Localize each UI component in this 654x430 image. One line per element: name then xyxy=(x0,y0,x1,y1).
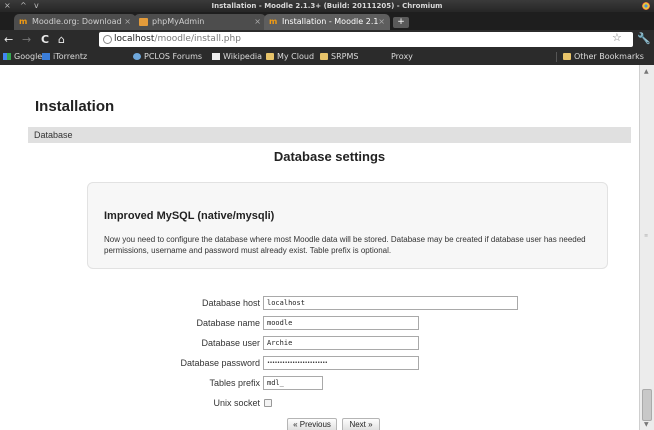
google-icon xyxy=(3,53,11,60)
section-title: Database settings xyxy=(273,149,386,164)
window-title: Installation - Moodle 2.1.3+ (Build: 201… xyxy=(211,2,443,10)
page-info-icon[interactable] xyxy=(103,35,112,44)
moodle-icon: m xyxy=(19,17,28,26)
info-box: Improved MySQL (native/mysqli) Now you n… xyxy=(87,182,608,269)
database-password-input[interactable]: •••••••••••••••••••••••• xyxy=(263,356,419,370)
form-row-socket: Unix socket xyxy=(0,396,639,412)
database-host-label: Database host xyxy=(201,298,260,308)
close-icon[interactable]: × xyxy=(378,14,385,30)
tables-prefix-label: Tables prefix xyxy=(209,378,260,388)
tab-strip: m Moodle.org: Download × phpMyAdmin × m … xyxy=(0,12,654,30)
forward-arrow-icon[interactable]: → xyxy=(22,32,31,47)
chromium-logo-icon xyxy=(642,2,650,10)
tab-label: Moodle.org: Download xyxy=(32,17,122,26)
close-icon[interactable]: × xyxy=(254,14,261,30)
unix-socket-label: Unix socket xyxy=(213,398,260,408)
torrentz-icon xyxy=(42,53,50,60)
bookmark-my-cloud[interactable]: My Cloud xyxy=(266,49,314,65)
bookmark-other-bookmarks[interactable]: Other Bookmarks xyxy=(563,49,644,65)
home-icon[interactable]: ⌂ xyxy=(58,32,65,47)
bookmarks-separator xyxy=(556,52,557,62)
bookmarks-bar: Google iTorrentz PCLOS Forums Wikipedia … xyxy=(0,49,654,65)
folder-icon xyxy=(320,53,328,60)
driver-description: Now you need to configure the database w… xyxy=(104,235,586,255)
database-password-label: Database password xyxy=(180,358,260,368)
driver-title: Improved MySQL (native/mysqli) xyxy=(104,210,275,222)
form-row-prefix: Tables prefix mdl_ xyxy=(0,376,639,392)
form-row-name: Database name moodle xyxy=(0,316,639,332)
folder-icon xyxy=(266,53,274,60)
tab-label: Installation - Moodle 2.1 xyxy=(282,17,379,26)
bookmark-itorrentz[interactable]: iTorrentz xyxy=(42,49,87,65)
bookmark-wikipedia[interactable]: Wikipedia xyxy=(212,49,262,65)
next-button[interactable]: Next » xyxy=(342,418,380,430)
database-name-input[interactable]: moodle xyxy=(263,316,419,330)
tab-moodle-download[interactable]: m Moodle.org: Download × xyxy=(14,14,136,30)
database-name-label: Database name xyxy=(196,318,260,328)
close-icon[interactable]: × xyxy=(124,14,131,30)
tables-prefix-input[interactable]: mdl_ xyxy=(263,376,323,390)
vertical-scrollbar[interactable]: ▲ ≡ ▼ xyxy=(639,65,654,430)
scroll-down-arrow-icon[interactable]: ▼ xyxy=(644,421,649,428)
page-viewport: Installation Database Database settings … xyxy=(0,65,639,430)
scroll-grip-icon: ≡ xyxy=(644,233,649,239)
moodle-icon: m xyxy=(269,17,278,26)
bookmark-pclos-forums[interactable]: PCLOS Forums xyxy=(133,49,202,65)
form-row-password: Database password ••••••••••••••••••••••… xyxy=(0,356,639,372)
bookmark-srpms[interactable]: SRPMS xyxy=(320,49,358,65)
breadcrumb-navbar: Database xyxy=(28,127,631,143)
wikipedia-icon xyxy=(212,53,220,60)
tab-phpmyadmin[interactable]: phpMyAdmin × xyxy=(134,14,266,30)
window-titlebar: × ^ v Installation - Moodle 2.1.3+ (Buil… xyxy=(0,0,654,12)
new-tab-button[interactable]: + xyxy=(393,17,409,28)
form-row-user: Database user Archie xyxy=(0,336,639,352)
folder-icon xyxy=(563,53,571,60)
bookmark-proxy[interactable]: Proxy xyxy=(391,49,413,65)
database-user-input[interactable]: Archie xyxy=(263,336,419,350)
unix-socket-checkbox[interactable] xyxy=(264,399,272,407)
form-row-host: Database host localhost xyxy=(0,296,639,312)
reload-icon[interactable]: C xyxy=(41,32,49,47)
bookmark-google[interactable]: Google xyxy=(3,49,42,65)
tab-label: phpMyAdmin xyxy=(152,17,205,26)
database-host-input[interactable]: localhost xyxy=(263,296,518,310)
previous-button[interactable]: « Previous xyxy=(287,418,337,430)
phpmyadmin-icon xyxy=(139,18,148,26)
browser-toolbar: ← → C ⌂ localhost/moodle/install.php ☆ 🔧 xyxy=(0,30,654,49)
page-heading: Installation xyxy=(35,98,115,115)
database-user-label: Database user xyxy=(201,338,260,348)
url-text[interactable]: localhost/moodle/install.php xyxy=(114,32,241,47)
scrollbar-thumb[interactable] xyxy=(642,389,652,421)
breadcrumb-item: Database xyxy=(34,130,73,140)
tab-installation-moodle[interactable]: m Installation - Moodle 2.1 × xyxy=(264,14,390,30)
address-bar[interactable]: localhost/moodle/install.php xyxy=(99,32,633,47)
wrench-menu-icon[interactable]: 🔧 xyxy=(637,32,651,45)
scroll-up-arrow-icon[interactable]: ▲ xyxy=(644,68,649,75)
pclos-icon xyxy=(133,53,141,60)
back-arrow-icon[interactable]: ← xyxy=(4,32,13,47)
bookmark-star-icon[interactable]: ☆ xyxy=(612,31,622,44)
